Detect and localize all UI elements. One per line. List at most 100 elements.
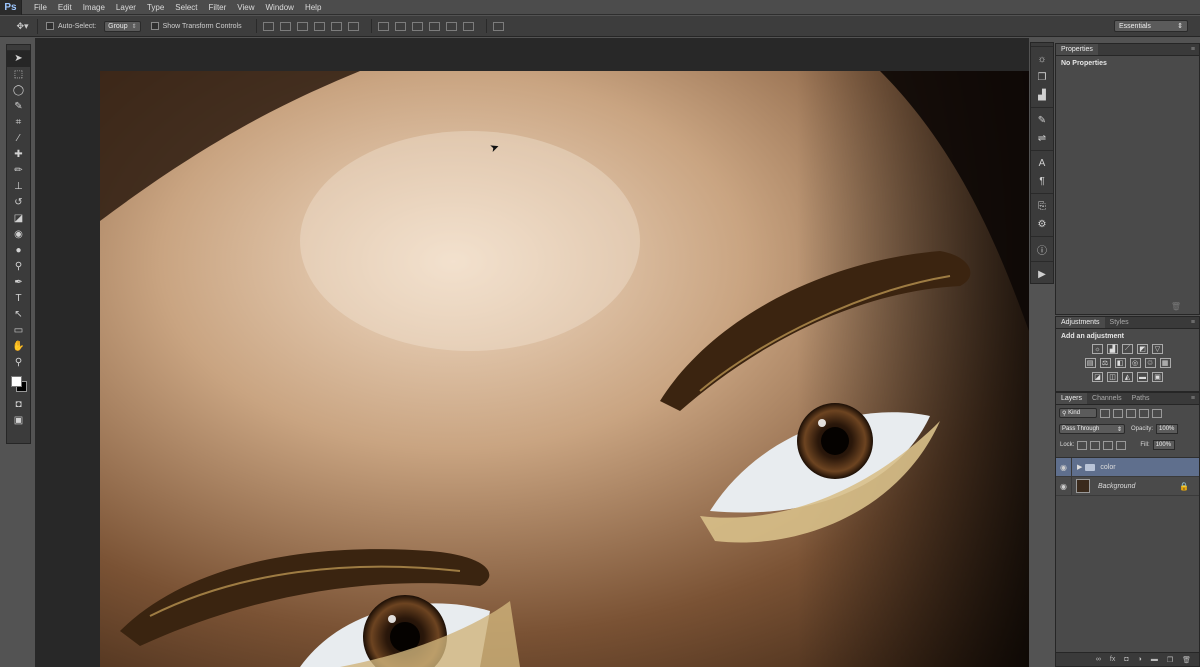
color-lookup-icon[interactable]: ▦ — [1159, 358, 1171, 368]
distribute-vcenter-icon[interactable] — [394, 21, 406, 31]
lock-position-icon[interactable] — [1103, 440, 1114, 450]
crop-tool-icon[interactable]: ⌗ — [7, 115, 30, 131]
panel-menu-icon[interactable]: ≡ — [1191, 44, 1199, 55]
actions-panel-icon[interactable]: ▶ — [1031, 265, 1053, 283]
paint-bucket-tool-icon[interactable]: ◉ — [7, 227, 30, 243]
lock-transparent-icon[interactable] — [1077, 440, 1088, 450]
healing-brush-tool-icon[interactable]: ✚ — [7, 147, 30, 163]
blur-tool-icon[interactable]: ● — [7, 243, 30, 259]
brush-panel-icon[interactable]: ⇌ — [1031, 129, 1053, 147]
tool-preset-picker[interactable]: ✥▾ — [8, 18, 38, 34]
histogram-panel-icon[interactable]: ▟ — [1031, 86, 1053, 104]
filter-pixel-icon[interactable] — [1100, 408, 1110, 418]
clone-stamp-tool-icon[interactable]: ⊥ — [7, 179, 30, 195]
eraser-tool-icon[interactable]: ◪ — [7, 211, 30, 227]
panel-menu-icon[interactable]: ≡ — [1191, 317, 1199, 328]
character-panel-icon[interactable]: A — [1031, 154, 1053, 172]
distribute-left-icon[interactable] — [428, 21, 440, 31]
menu-layer[interactable]: Layer — [116, 3, 136, 12]
distribute-right-icon[interactable] — [462, 21, 474, 31]
menu-filter[interactable]: Filter — [209, 3, 227, 12]
menu-window[interactable]: Window — [266, 3, 294, 12]
adjustments-panel-icon[interactable]: ☼ — [1031, 50, 1053, 68]
menu-type[interactable]: Type — [147, 3, 164, 12]
align-vcenter-icon[interactable] — [279, 21, 291, 31]
new-adjustment-icon[interactable]: ◑ — [1138, 656, 1142, 663]
brush-presets-icon[interactable]: ✎ — [1031, 111, 1053, 129]
eyedropper-tool-icon[interactable]: ⁄ — [7, 131, 30, 147]
link-layers-icon[interactable]: ∞ — [1096, 656, 1101, 663]
layer-style-icon[interactable]: fx — [1110, 656, 1115, 663]
auto-align-icon[interactable] — [492, 21, 504, 31]
layer-filter-kind[interactable]: ⚲ Kind — [1059, 408, 1097, 418]
menu-edit[interactable]: Edit — [58, 3, 72, 12]
hue-saturation-icon[interactable]: ▤ — [1084, 358, 1096, 368]
selective-color-icon[interactable]: ▣ — [1152, 372, 1163, 382]
transform-controls-checkbox[interactable] — [150, 22, 159, 30]
menu-file[interactable]: File — [34, 3, 47, 12]
tab-adjustments[interactable]: Adjustments — [1056, 317, 1105, 328]
screen-mode-icon[interactable]: ▣ — [7, 413, 30, 429]
tab-channels[interactable]: Channels — [1087, 393, 1127, 404]
filter-adjustment-icon[interactable] — [1113, 408, 1123, 418]
tab-styles[interactable]: Styles — [1105, 317, 1134, 328]
quick-mask-icon[interactable]: ◘ — [7, 397, 30, 413]
new-layer-icon[interactable]: ❐ — [1167, 656, 1173, 664]
zoom-tool-icon[interactable]: ⚲ — [7, 355, 30, 371]
menu-help[interactable]: Help — [305, 3, 321, 12]
menu-view[interactable]: View — [237, 3, 254, 12]
history-brush-tool-icon[interactable]: ↺ — [7, 195, 30, 211]
fill-input[interactable]: 100% — [1152, 440, 1175, 450]
channel-mixer-icon[interactable]: ♲ — [1144, 358, 1156, 368]
document-image[interactable]: ➤ — [100, 71, 1029, 667]
expand-arrow-icon[interactable]: ▶ — [1077, 463, 1082, 471]
filter-type-icon[interactable] — [1126, 408, 1136, 418]
info-panel-icon[interactable]: ⓘ — [1031, 240, 1053, 258]
filter-smart-object-icon[interactable] — [1152, 408, 1162, 418]
tab-properties[interactable]: Properties — [1056, 44, 1098, 55]
clone-source-icon[interactable]: ⎘ — [1031, 197, 1053, 215]
foreground-color-swatch[interactable] — [11, 376, 22, 387]
align-left-icon[interactable] — [313, 21, 325, 31]
rectangle-tool-icon[interactable]: ▭ — [7, 323, 30, 339]
brightness-contrast-icon[interactable]: ☼ — [1092, 344, 1103, 354]
tab-layers[interactable]: Layers — [1056, 393, 1088, 404]
workspace-switcher[interactable]: Essentials ⇕ — [1114, 20, 1188, 32]
hand-tool-icon[interactable]: ✋ — [7, 339, 30, 355]
align-hcenter-icon[interactable] — [330, 21, 342, 31]
move-tool-icon[interactable]: ➤ — [7, 51, 30, 67]
type-tool-icon[interactable]: T — [7, 291, 30, 307]
visibility-eye-icon[interactable]: ◉ — [1056, 457, 1072, 477]
auto-select-checkbox[interactable] — [46, 22, 54, 30]
new-group-icon[interactable]: ▬ — [1151, 656, 1158, 663]
menu-select[interactable]: Select — [175, 3, 197, 12]
align-right-icon[interactable] — [347, 21, 359, 31]
curves-icon[interactable]: ⟋ — [1122, 344, 1133, 354]
brush-tool-icon[interactable]: ✏ — [7, 163, 30, 179]
lock-all-icon[interactable] — [1116, 440, 1127, 450]
distribute-hcenter-icon[interactable] — [445, 21, 457, 31]
color-balance-icon[interactable]: ⚖ — [1099, 358, 1111, 368]
dodge-tool-icon[interactable]: ⚲ — [7, 259, 30, 275]
tab-paths[interactable]: Paths — [1127, 393, 1155, 404]
transform-controls-option[interactable]: Show Transform Controls — [150, 22, 242, 30]
levels-icon[interactable]: ▟ — [1107, 344, 1118, 354]
distribute-bottom-icon[interactable] — [411, 21, 423, 31]
panel-grip[interactable] — [1031, 43, 1053, 47]
layer-row-color[interactable]: ◉ ▶ color — [1056, 457, 1199, 477]
vibrance-icon[interactable]: ▽ — [1152, 344, 1163, 354]
menu-image[interactable]: Image — [83, 3, 105, 12]
trash-icon[interactable]: 🗑 — [1182, 656, 1191, 664]
document-canvas-area[interactable]: ➤ — [35, 38, 1029, 667]
auto-select-option[interactable]: Auto-Select: — [46, 22, 96, 30]
layer-row-background[interactable]: ◉ Background 🔒 — [1056, 476, 1199, 496]
visibility-eye-icon[interactable]: ◉ — [1056, 476, 1072, 496]
lock-pixels-icon[interactable] — [1090, 440, 1101, 450]
threshold-icon[interactable]: ◭ — [1122, 372, 1133, 382]
quick-select-tool-icon[interactable]: ✎ — [7, 99, 30, 115]
lasso-tool-icon[interactable]: ◯ — [7, 83, 30, 99]
trash-icon[interactable]: 🗑 — [1171, 302, 1181, 311]
color-panel-icon[interactable]: ❐ — [1031, 68, 1053, 86]
path-selection-tool-icon[interactable]: ↖ — [7, 307, 30, 323]
blend-mode-dropdown[interactable]: Pass Through ⇕ — [1059, 424, 1125, 434]
